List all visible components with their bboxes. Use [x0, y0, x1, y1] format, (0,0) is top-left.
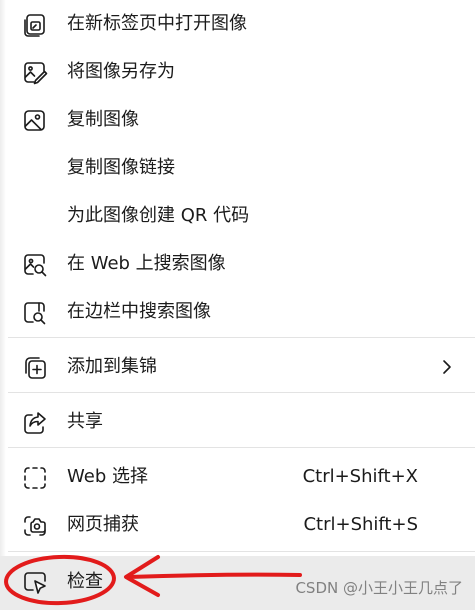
menu-item-label: 为此图像创建 QR 代码	[67, 205, 250, 226]
menu-divider	[8, 447, 475, 448]
menu-item-save-image-as[interactable]: 将图像另存为	[0, 48, 475, 96]
menu-item-label: 添加到集锦	[67, 356, 157, 377]
menu-item-add-to-collections[interactable]: 添加到集锦	[0, 343, 475, 391]
menu-item-label: 在 Web 上搜索图像	[67, 253, 226, 274]
menu-item-label: 在新标签页中打开图像	[67, 13, 247, 34]
context-menu: 在新标签页中打开图像 将图像另存为 复制图像 复制图像链接 为此图像创建 QR …	[0, 0, 475, 610]
menu-item-copy-image-link[interactable]: 复制图像链接	[0, 144, 475, 192]
chevron-right-icon	[439, 356, 455, 378]
inspect-icon	[22, 570, 48, 596]
menu-item-copy-image[interactable]: 复制图像	[0, 96, 475, 144]
menu-item-web-capture[interactable]: 网页捕获 Ctrl+Shift+S	[0, 501, 475, 549]
menu-item-share[interactable]: 共享	[0, 398, 475, 446]
menu-item-open-in-new-tab[interactable]: 在新标签页中打开图像	[0, 0, 475, 48]
menu-item-label: Web 选择	[67, 466, 148, 487]
image-search-icon	[22, 252, 48, 278]
menu-item-web-select[interactable]: Web 选择 Ctrl+Shift+X	[0, 453, 475, 501]
menu-divider	[8, 392, 475, 393]
watermark: CSDN @小王小王几点了	[295, 579, 463, 597]
menu-item-label: 复制图像链接	[67, 157, 175, 178]
menu-item-create-qr-code[interactable]: 为此图像创建 QR 代码	[0, 192, 475, 240]
add-to-collection-icon	[22, 355, 48, 381]
menu-divider	[8, 337, 475, 338]
menu-item-label: 共享	[67, 411, 103, 432]
menu-item-search-image-sidebar[interactable]: 在边栏中搜索图像	[0, 288, 475, 336]
web-select-icon	[22, 465, 48, 491]
image-icon	[22, 108, 48, 134]
save-image-icon	[22, 60, 48, 86]
menu-item-label: 网页捕获	[67, 514, 139, 535]
menu-divider	[8, 551, 475, 552]
web-capture-icon	[22, 513, 48, 539]
menu-item-label: 在边栏中搜索图像	[67, 301, 211, 322]
open-in-new-tab-icon	[22, 12, 48, 38]
keyboard-shortcut: Ctrl+Shift+X	[302, 466, 418, 487]
menu-item-label: 将图像另存为	[67, 61, 175, 82]
menu-item-label: 复制图像	[67, 109, 139, 130]
keyboard-shortcut: Ctrl+Shift+S	[303, 514, 418, 535]
menu-item-label: 检查	[67, 571, 103, 592]
share-icon	[22, 410, 48, 436]
menu-item-search-image-web[interactable]: 在 Web 上搜索图像	[0, 240, 475, 288]
sidebar-search-icon	[22, 300, 48, 326]
